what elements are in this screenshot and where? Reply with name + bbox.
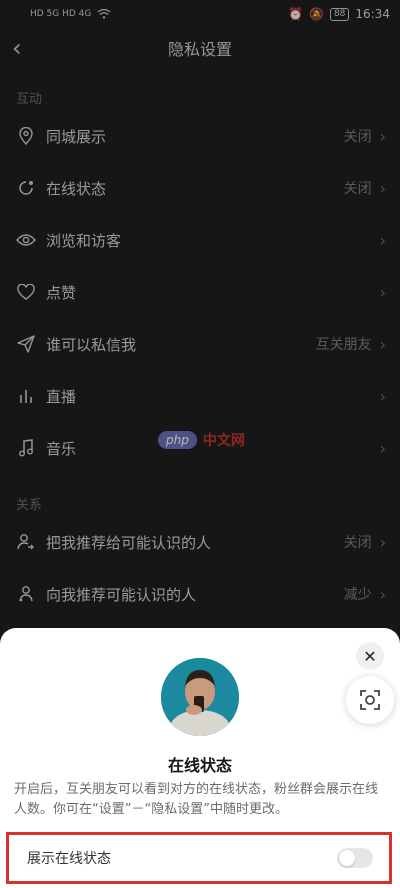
scan-button[interactable] xyxy=(346,676,394,724)
avatar xyxy=(161,658,239,736)
scan-icon xyxy=(360,690,380,710)
close-icon[interactable]: ✕ xyxy=(356,642,384,670)
online-status-sheet: ✕ 在线状态 开启后，互关朋友可以看到对方的在线状态，粉丝群会展示在线人数。你可… xyxy=(0,628,400,888)
toggle-knob xyxy=(339,850,355,866)
toggle-label: 展示在线状态 xyxy=(27,851,111,867)
online-status-toggle[interactable] xyxy=(337,848,373,868)
sheet-title: 在线状态 xyxy=(167,756,232,775)
sheet-description: 开启后，互关朋友可以看到对方的在线状态，粉丝群会展示在线人数。你可在“设置”－“… xyxy=(14,782,379,817)
show-online-status-row: 展示在线状态 xyxy=(6,832,392,884)
